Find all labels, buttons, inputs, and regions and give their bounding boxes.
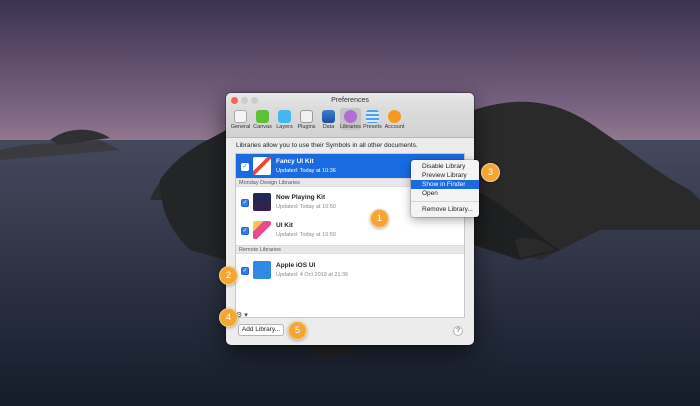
tab-general-label: General [230,124,251,130]
plug-icon [300,110,313,123]
menu-item-preview[interactable]: Preview Library [411,171,479,180]
tab-account-label: Account [384,124,405,130]
enable-checkbox[interactable]: ✓ [241,199,249,207]
tab-libraries-label: Libraries [339,124,362,130]
enable-checkbox[interactable]: ✓ [241,227,249,235]
library-name: UI Kit [276,222,293,229]
tab-presets-label: Presets [363,124,382,130]
library-thumbnail [253,193,271,211]
callout-badge-1: 1 [370,209,389,228]
callout-badge-5: 5 [288,321,307,340]
zoom-icon[interactable] [251,97,258,104]
library-context-menu: Disable Library Preview Library Show in … [411,160,479,217]
menu-item-open[interactable]: Open [411,189,479,198]
section-header-remote: Remote Libraries [236,245,464,254]
libraries-description: Libraries allow you to use their Symbols… [236,142,418,149]
account-icon [388,110,401,123]
menu-item-remove[interactable]: Remove Library... [411,205,479,214]
help-button[interactable]: ? [453,326,463,336]
menu-separator [411,201,479,202]
tab-plugins[interactable]: Plugins [296,108,317,130]
tab-libraries[interactable]: Libraries [340,108,361,130]
menu-item-disable[interactable]: Disable Library [411,162,479,171]
data-icon [322,110,335,123]
tab-data[interactable]: Data [318,108,339,130]
library-name: Fancy UI Kit [276,158,314,165]
library-updated: Updated: Today at 10:36 [276,168,336,174]
tab-general[interactable]: General [230,108,251,130]
list-item-apple-ios-ui[interactable]: ✓ Apple iOS UI Updated: 4 Oct 2019 at 21… [236,255,464,285]
callout-badge-2: 2 [219,266,238,285]
list-item-ui-kit[interactable]: ✓ UI Kit Updated: Today at 10:50 [236,216,464,244]
add-library-button[interactable]: Add Library... [238,324,284,336]
tab-account[interactable]: Account [384,108,405,130]
library-updated: Updated: 4 Oct 2019 at 21:36 [276,272,349,278]
phone-icon [234,110,247,123]
tab-data-label: Data [322,124,335,130]
presets-icon [366,110,379,123]
tab-layers-label: Layers [276,124,293,130]
menu-item-show-in-finder[interactable]: Show in Finder [411,180,479,189]
enable-checkbox[interactable]: ✓ [241,163,249,171]
library-updated: Updated: Today at 10:50 [276,232,336,238]
callout-badge-4: 4 [219,308,238,327]
tab-presets[interactable]: Presets [362,108,383,130]
library-thumbnail [253,157,271,175]
tab-plugins-label: Plugins [297,124,316,130]
link-icon [344,110,357,123]
layers-icon [278,110,291,123]
library-thumbnail [253,261,271,279]
callout-badge-3: 3 [481,163,500,182]
enable-checkbox[interactable]: ✓ [241,267,249,275]
tab-canvas-label: Canvas [253,124,272,130]
window-title: Preferences [331,97,369,104]
window-titlebar[interactable]: Preferences [226,93,474,108]
tab-layers[interactable]: Layers [274,108,295,130]
tab-canvas[interactable]: Canvas [252,108,273,130]
library-name: Now Playing Kit [276,194,326,201]
close-icon[interactable] [231,97,238,104]
minimize-icon[interactable] [241,97,248,104]
library-thumbnail [253,221,271,239]
library-name: Apple iOS UI [276,262,316,269]
canvas-icon [256,110,269,123]
library-updated: Updated: Today at 10:50 [276,204,336,210]
preferences-toolbar: General Canvas Layers Plugins Data Libra… [226,108,474,138]
gear-icon[interactable]: ⚙ ▾ [236,312,252,320]
preferences-window: Preferences General Canvas Layers Plugin… [226,93,474,345]
